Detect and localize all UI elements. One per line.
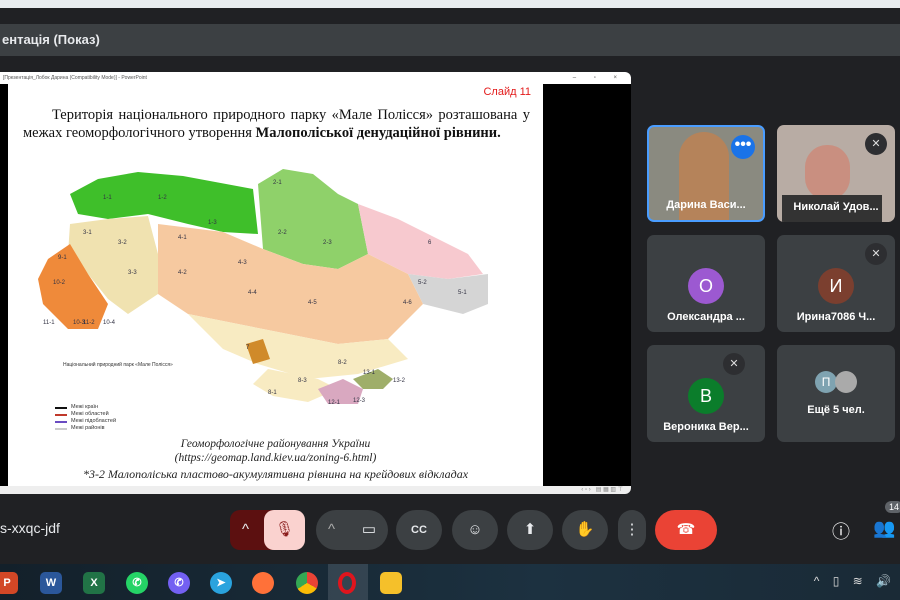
map-region-label: 1-3 (208, 220, 217, 226)
browser-top-strip (0, 0, 900, 8)
map-region-label: 5-1 (458, 290, 467, 296)
participant-tile[interactable]: ••• Дарина Васи... (647, 125, 765, 222)
system-tray[interactable]: ^ ▯ ≋ 🔊 (814, 574, 896, 588)
participant-count-badge: 14 (885, 501, 900, 513)
participant-name: Ещё 5 чел. (807, 404, 865, 416)
emoji-button[interactable]: ☺ (452, 510, 498, 550)
map-region-label: 5-2 (418, 280, 427, 286)
ukraine-geomorphology-map: 1-1 1-2 1-3 2-1 2-2 2-3 3-1 3-2 3-3 4-1 4-2 4-3 4-4 4… (38, 169, 488, 404)
raise-hand-button[interactable]: ✋ (562, 510, 608, 550)
map-legend: Межі країн Межі областей Межі підобласте… (55, 404, 116, 432)
avatar: И (818, 268, 854, 304)
map-region-label: 4-4 (248, 290, 257, 296)
opera-icon[interactable] (338, 572, 356, 594)
mic-off-icon: ✕ (865, 243, 887, 265)
avatar: В (688, 378, 724, 414)
whatsapp-icon[interactable]: ✆ (126, 572, 148, 594)
map-region-label: 11-2 (83, 320, 95, 326)
windows-taskbar: P W X ✆ ✆ ➤ ^ ▯ ≋ 🔊 (0, 564, 900, 600)
legend-item: Межі областей (55, 411, 116, 418)
avatar: О (688, 268, 724, 304)
map-region-label: 4-5 (308, 300, 317, 306)
legend-item: Межі країн (55, 404, 116, 411)
mic-off-icon: ✕ (723, 353, 745, 375)
slide: Слайд 11 Територія національного природн… (8, 84, 543, 487)
people-icon[interactable]: 👥 (873, 518, 895, 539)
camera-icon: ▭ (361, 521, 376, 538)
meeting-code: s-xxqc-jdf (0, 520, 60, 536)
powerpoint-icon[interactable]: P (0, 572, 18, 594)
more-options-icon[interactable]: ••• (731, 135, 755, 159)
captions-button[interactable]: CC (396, 510, 442, 550)
mic-toggle-button[interactable]: 🎙 (264, 510, 305, 550)
map-region-label: 11-1 (43, 320, 55, 326)
map-caption-title: Геоморфологічне районування України (180, 438, 371, 450)
map-region-label: 13-1 (363, 370, 376, 376)
map-region-label: 12-3 (353, 398, 366, 404)
map-region-label: 3-2 (118, 240, 127, 246)
participant-name: Вероника Вер... (663, 421, 749, 433)
more-options-button[interactable]: ⋮ (618, 510, 646, 550)
map-region-label: 1-1 (103, 195, 112, 201)
file-explorer-icon[interactable] (380, 572, 402, 594)
map-region-label: 2-3 (323, 240, 332, 246)
map-region-label: 8-2 (338, 360, 347, 366)
map-region-label: 4-6 (403, 300, 412, 306)
park-label: Національний природний парк «Мале Полісс… (63, 362, 173, 368)
legend-item: Межі підобластей (55, 418, 116, 425)
legend-item: Межі районів (55, 425, 116, 432)
map-region-label: 4-1 (178, 235, 187, 241)
powerpoint-titlebar: [Презентація_Лобок Дарина (Compatibility… (0, 72, 631, 84)
powerpoint-statusbar: ‹ ▫ › ▤ ▦ ▥ ⊤ (0, 486, 631, 494)
participant-name: Олександра ... (667, 311, 745, 323)
slide-text-bold: Малополіської денудаційної рівнини. (255, 125, 501, 141)
slide-number: Слайд 11 (483, 86, 531, 98)
avatar (835, 371, 857, 393)
mic-off-icon: ✕ (865, 133, 887, 155)
word-icon[interactable]: W (40, 572, 62, 594)
present-button[interactable]: ⬆ (507, 510, 553, 550)
participant-tile[interactable]: ✕ Николай Удов... (777, 125, 895, 222)
map-region-label: 13-2 (393, 378, 406, 384)
map-region-label: 4-3 (238, 260, 247, 266)
participant-name: Николай Удов... (793, 201, 879, 213)
map-region-label: 9-1 (58, 255, 67, 261)
video-options-button[interactable]: ^ ▭ (316, 510, 388, 550)
map-region-label: 1-2 (158, 195, 167, 201)
map-caption-url: (https://geomap.land.kiev.ua/zoning-6.ht… (174, 452, 377, 464)
viber-icon[interactable]: ✆ (168, 572, 190, 594)
shared-screen: [Презентація_Лобок Дарина (Compatibility… (0, 72, 631, 494)
info-icon[interactable]: ⓘ (832, 518, 850, 544)
participant-tile[interactable]: О Олександра ... (647, 235, 765, 332)
map-region-label: 12-1 (328, 400, 341, 404)
map-region-label: 2-1 (273, 180, 282, 186)
map-region-label: 8-3 (298, 378, 307, 384)
participant-name: Дарина Васи... (666, 199, 746, 211)
participant-tile[interactable]: ✕ В Вероника Вер... (647, 345, 765, 442)
map-region-label: 8-1 (268, 390, 277, 396)
powerpoint-window-title: [Презентація_Лобок Дарина (Compatibility… (3, 75, 147, 81)
end-call-button[interactable]: ☎ (655, 510, 717, 550)
participant-tile[interactable]: ✕ И Ирина7086 Ч... (777, 235, 895, 332)
map-region-label: 4-2 (178, 270, 187, 276)
map-region-label: 10-2 (53, 280, 66, 286)
excel-icon[interactable]: X (83, 572, 105, 594)
map-region-label: 2-2 (278, 230, 287, 236)
slide-text: Територія національного природного парку… (23, 106, 530, 142)
chrome-icon[interactable] (296, 572, 318, 594)
firefox-icon[interactable] (252, 572, 274, 594)
footnote: *3-2 Малополіська пластово-акумулятивна … (82, 467, 469, 481)
presentation-title: ентація (Показ) (0, 24, 900, 56)
map-region-label: 10-4 (103, 320, 116, 326)
telegram-icon[interactable]: ➤ (210, 572, 232, 594)
avatar: П (815, 371, 837, 393)
map-region-label: 3-1 (83, 230, 92, 236)
map-region-label: 3-3 (128, 270, 137, 276)
window-controls: – ▫ × (572, 75, 625, 81)
participant-name: Ирина7086 Ч... (796, 311, 876, 323)
more-participants-tile[interactable]: П Ещё 5 чел. (777, 345, 895, 442)
